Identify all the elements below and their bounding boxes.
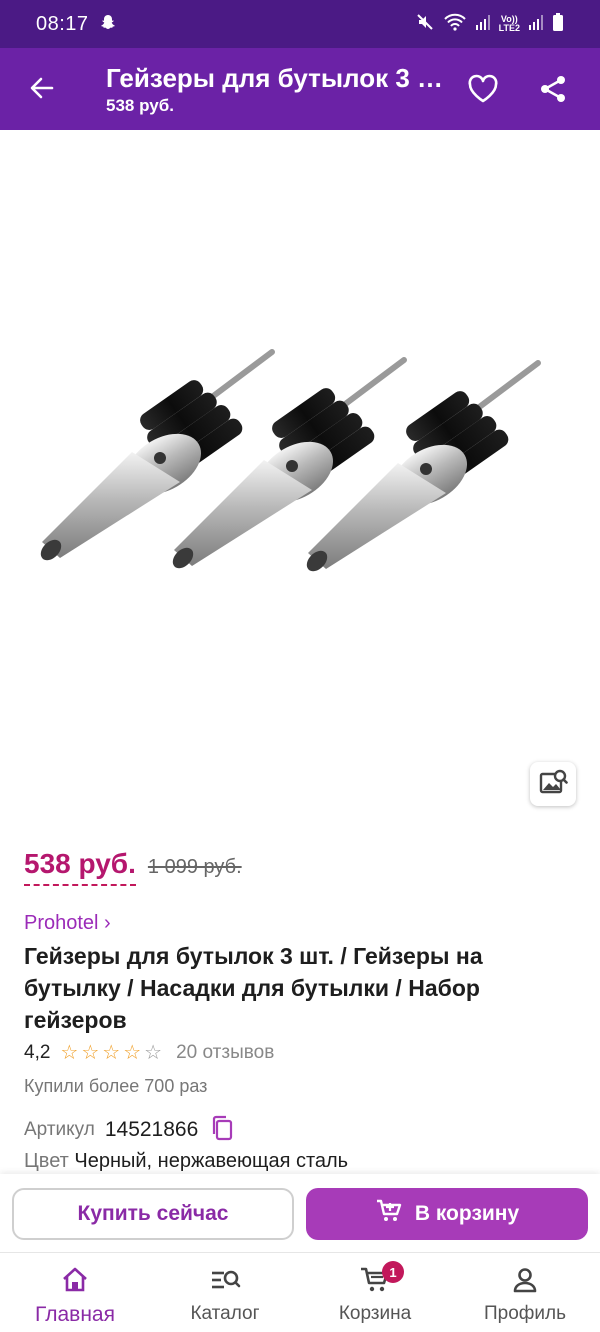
favorite-button[interactable]: [462, 70, 504, 112]
heart-icon: [467, 74, 499, 109]
price-row: 538 руб. 1 099 руб.: [24, 848, 242, 886]
rating-value: 4,2: [24, 1042, 51, 1063]
share-icon: [537, 73, 569, 110]
add-to-cart-label: В корзину: [414, 1202, 520, 1225]
nav-profile-label: Профиль: [483, 1303, 567, 1324]
purchase-count: Купили более 700 раз: [24, 1076, 208, 1096]
star-icon: ☆: [123, 1042, 142, 1064]
page-subtitle-price: 538 руб.: [106, 96, 174, 115]
nav-cart-label: Корзина: [338, 1303, 412, 1324]
photo-search-button[interactable]: [530, 762, 576, 806]
signal-icon: [475, 13, 491, 36]
person-icon: [508, 1263, 542, 1297]
current-price[interactable]: 538 руб.: [24, 848, 136, 886]
page-title: Гейзеры для бутылок 3 шт. / Гейзеры на б…: [106, 63, 446, 93]
status-time: 08:17: [36, 12, 89, 35]
bottom-nav: Главная Каталог 1 Корзина Профиль: [0, 1252, 600, 1332]
home-icon: [58, 1263, 92, 1297]
signal-2-icon: [528, 13, 544, 36]
rating-stars: ☆ ☆ ☆ ☆ ☆: [60, 1043, 162, 1063]
cart-count-badge: 1: [382, 1261, 404, 1283]
product-image: [0, 130, 600, 830]
nav-home-label: Главная: [35, 1303, 115, 1326]
share-button[interactable]: [532, 70, 574, 112]
image-search-icon: [538, 767, 568, 802]
star-icon: ☆: [81, 1042, 100, 1064]
star-icon: ☆: [102, 1042, 121, 1064]
catalog-search-icon: [208, 1263, 242, 1297]
nav-catalog[interactable]: Каталог: [150, 1253, 300, 1332]
action-bar: Купить сейчас В корзину: [0, 1174, 600, 1252]
mute-icon: [415, 12, 435, 37]
copy-sku-button[interactable]: [208, 1115, 236, 1146]
sku-value: 14521866: [104, 1118, 199, 1141]
lte-bottom: LTE2: [498, 23, 520, 33]
sku-label: Артикул: [24, 1119, 95, 1140]
star-icon: ☆: [60, 1042, 79, 1064]
nav-home[interactable]: Главная: [0, 1253, 150, 1332]
add-to-cart-button[interactable]: В корзину: [306, 1188, 588, 1240]
wifi-icon: [443, 12, 467, 37]
old-price: 1 099 руб.: [147, 856, 242, 878]
arrow-left-icon: [28, 74, 56, 107]
nav-profile[interactable]: Профиль: [450, 1253, 600, 1332]
product-title: Гейзеры для бутылок 3 шт. / Гейзеры на б…: [24, 943, 483, 1033]
color-value: Черный, нержавеющая сталь: [74, 1150, 349, 1172]
app-bar: Гейзеры для бутылок 3 шт. / Гейзеры на б…: [0, 48, 600, 130]
copy-icon: [210, 1115, 234, 1146]
rating-row[interactable]: 4,2 ☆ ☆ ☆ ☆ ☆ 20 отзывов: [24, 1042, 274, 1064]
app-bar-title-block: Гейзеры для бутылок 3 шт. / Гейзеры на б…: [106, 62, 446, 116]
lte-indicator: Vo)) LTE2: [499, 15, 520, 33]
buy-now-button[interactable]: Купить сейчас: [12, 1188, 294, 1240]
nav-cart[interactable]: 1 Корзина: [300, 1253, 450, 1332]
snapchat-icon: [99, 13, 117, 36]
status-bar: 08:17 Vo)) LTE2: [0, 0, 600, 48]
brand-link[interactable]: Prohotel ›: [24, 912, 111, 935]
battery-icon: [552, 12, 564, 37]
product-gallery[interactable]: [0, 130, 600, 830]
reviews-count[interactable]: 20 отзывов: [176, 1042, 274, 1064]
cart-plus-icon: [375, 1197, 403, 1231]
color-label: Цвет: [24, 1150, 69, 1172]
nav-catalog-label: Каталог: [190, 1303, 260, 1324]
color-row: Цвет Черный, нержавеющая сталь: [24, 1150, 348, 1173]
sku-row: Артикул 14521866: [24, 1115, 236, 1146]
back-button[interactable]: [22, 70, 62, 110]
star-icon: ☆: [144, 1042, 163, 1064]
